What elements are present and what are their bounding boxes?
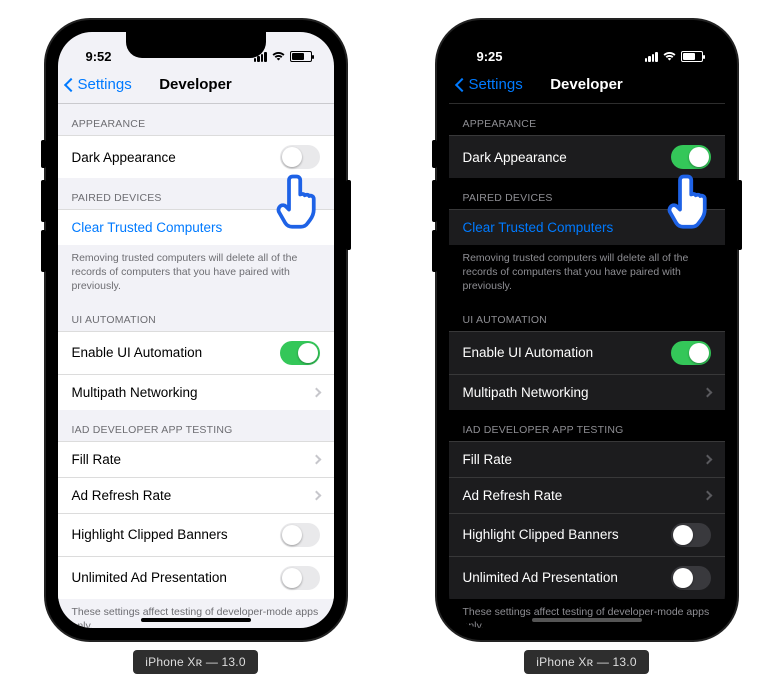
row-label: Enable UI Automation <box>463 345 671 360</box>
row-label: Dark Appearance <box>72 150 280 165</box>
battery-icon <box>290 51 312 62</box>
row-label: Clear Trusted Computers <box>72 220 320 235</box>
row-label: Ad Refresh Rate <box>72 488 313 503</box>
page-title: Developer <box>550 76 623 93</box>
status-time: 9:25 <box>477 49 503 64</box>
row-label: Ad Refresh Rate <box>463 488 704 503</box>
nav-bar: Settings Developer <box>449 66 725 104</box>
settings-content[interactable]: APPEARANCE Dark Appearance PAIRED DEVICES C… <box>449 104 725 628</box>
row-dark-appearance[interactable]: Dark Appearance <box>449 135 725 178</box>
page-title: Developer <box>159 76 232 93</box>
back-button[interactable]: Settings <box>457 76 523 93</box>
notch <box>126 32 266 58</box>
wifi-icon <box>271 49 286 64</box>
section-footer: These settings affect testing of develop… <box>449 599 725 628</box>
section-header-iad-developer-app-testing: IAD DEVELOPER APP TESTING <box>449 410 725 441</box>
section-footer: Removing trusted computers will delete a… <box>58 245 334 300</box>
screen: 9:52 Settings Developer APPEARANCE Dark A… <box>58 32 334 628</box>
row-label: Highlight Clipped Banners <box>463 527 671 542</box>
row-label: Clear Trusted Computers <box>463 220 711 235</box>
chevron-right-icon <box>702 490 712 500</box>
row-label: Unlimited Ad Presentation <box>463 570 671 585</box>
row-label: Multipath Networking <box>463 385 704 400</box>
back-label: Settings <box>469 76 523 93</box>
section-footer: Removing trusted computers will delete a… <box>449 245 725 300</box>
settings-content[interactable]: APPEARANCE Dark Appearance PAIRED DEVICES C… <box>58 104 334 628</box>
row-multipath-networking[interactable]: Multipath Networking <box>58 374 334 410</box>
switch-highlight-clipped-banners[interactable] <box>280 523 320 547</box>
row-label: Fill Rate <box>72 452 313 467</box>
back-label: Settings <box>78 76 132 93</box>
switch-dark-appearance[interactable] <box>280 145 320 169</box>
chevron-right-icon <box>311 387 321 397</box>
notch <box>517 32 657 58</box>
row-label: Dark Appearance <box>463 150 671 165</box>
row-ad-refresh-rate[interactable]: Ad Refresh Rate <box>58 477 334 513</box>
section-header-paired-devices: PAIRED DEVICES <box>449 178 725 209</box>
device-dark: 9:25 Settings Developer APPEARANCE Dark A… <box>437 20 737 674</box>
switch-enable-ui-automation[interactable] <box>280 341 320 365</box>
row-dark-appearance[interactable]: Dark Appearance <box>58 135 334 178</box>
row-fill-rate[interactable]: Fill Rate <box>449 441 725 477</box>
status-time: 9:52 <box>86 49 112 64</box>
phone-frame: 9:52 Settings Developer APPEARANCE Dark A… <box>46 20 346 640</box>
row-highlight-clipped-banners[interactable]: Highlight Clipped Banners <box>449 513 725 556</box>
switch-dark-appearance[interactable] <box>671 145 711 169</box>
row-label: Multipath Networking <box>72 385 313 400</box>
chevron-right-icon <box>702 387 712 397</box>
row-enable-ui-automation[interactable]: Enable UI Automation <box>449 331 725 374</box>
section-header-appearance: APPEARANCE <box>58 104 334 135</box>
section-footer: These settings affect testing of develop… <box>58 599 334 628</box>
section-header-ui-automation: UI AUTOMATION <box>449 300 725 331</box>
row-label: Enable UI Automation <box>72 345 280 360</box>
device-light: 9:52 Settings Developer APPEARANCE Dark A… <box>46 20 346 674</box>
home-indicator <box>532 618 642 622</box>
chevron-right-icon <box>311 490 321 500</box>
chevron-left-icon <box>454 77 468 91</box>
row-multipath-networking[interactable]: Multipath Networking <box>449 374 725 410</box>
chevron-left-icon <box>63 77 77 91</box>
device-caption: iPhone Xʀ — 13.0 <box>524 650 648 674</box>
device-caption: iPhone Xʀ — 13.0 <box>133 650 257 674</box>
row-highlight-clipped-banners[interactable]: Highlight Clipped Banners <box>58 513 334 556</box>
section-header-paired-devices: PAIRED DEVICES <box>58 178 334 209</box>
row-unlimited-ad-presentation[interactable]: Unlimited Ad Presentation <box>58 556 334 599</box>
chevron-right-icon <box>311 454 321 464</box>
row-label: Highlight Clipped Banners <box>72 527 280 542</box>
switch-highlight-clipped-banners[interactable] <box>671 523 711 547</box>
switch-enable-ui-automation[interactable] <box>671 341 711 365</box>
nav-bar: Settings Developer <box>58 66 334 104</box>
phone-frame: 9:25 Settings Developer APPEARANCE Dark A… <box>437 20 737 640</box>
row-clear-trusted-computers[interactable]: Clear Trusted Computers <box>58 209 334 245</box>
screen: 9:25 Settings Developer APPEARANCE Dark A… <box>449 32 725 628</box>
section-header-appearance: APPEARANCE <box>449 104 725 135</box>
row-label: Unlimited Ad Presentation <box>72 570 280 585</box>
home-indicator <box>141 618 251 622</box>
row-fill-rate[interactable]: Fill Rate <box>58 441 334 477</box>
row-ad-refresh-rate[interactable]: Ad Refresh Rate <box>449 477 725 513</box>
battery-icon <box>681 51 703 62</box>
row-clear-trusted-computers[interactable]: Clear Trusted Computers <box>449 209 725 245</box>
back-button[interactable]: Settings <box>66 76 132 93</box>
section-header-iad-developer-app-testing: IAD DEVELOPER APP TESTING <box>58 410 334 441</box>
row-enable-ui-automation[interactable]: Enable UI Automation <box>58 331 334 374</box>
switch-unlimited-ad-presentation[interactable] <box>280 566 320 590</box>
row-label: Fill Rate <box>463 452 704 467</box>
row-unlimited-ad-presentation[interactable]: Unlimited Ad Presentation <box>449 556 725 599</box>
wifi-icon <box>662 49 677 64</box>
switch-unlimited-ad-presentation[interactable] <box>671 566 711 590</box>
chevron-right-icon <box>702 454 712 464</box>
section-header-ui-automation: UI AUTOMATION <box>58 300 334 331</box>
